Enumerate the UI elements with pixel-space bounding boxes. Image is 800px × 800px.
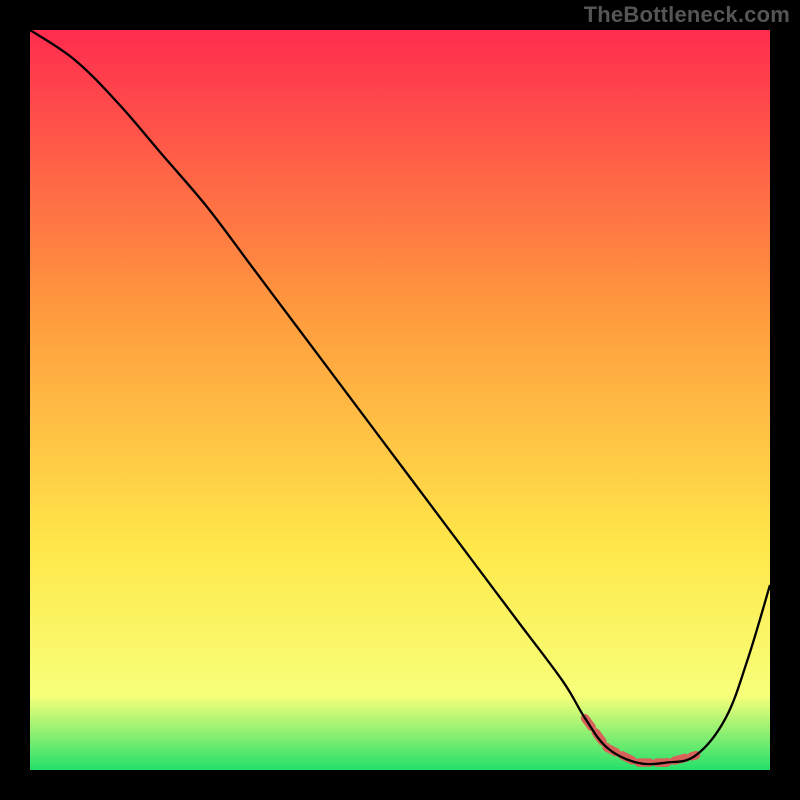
plot-area xyxy=(30,30,770,770)
gradient-background xyxy=(30,30,770,770)
chart-container: TheBottleneck.com xyxy=(0,0,800,800)
watermark-text: TheBottleneck.com xyxy=(584,2,790,28)
chart-svg xyxy=(30,30,770,770)
